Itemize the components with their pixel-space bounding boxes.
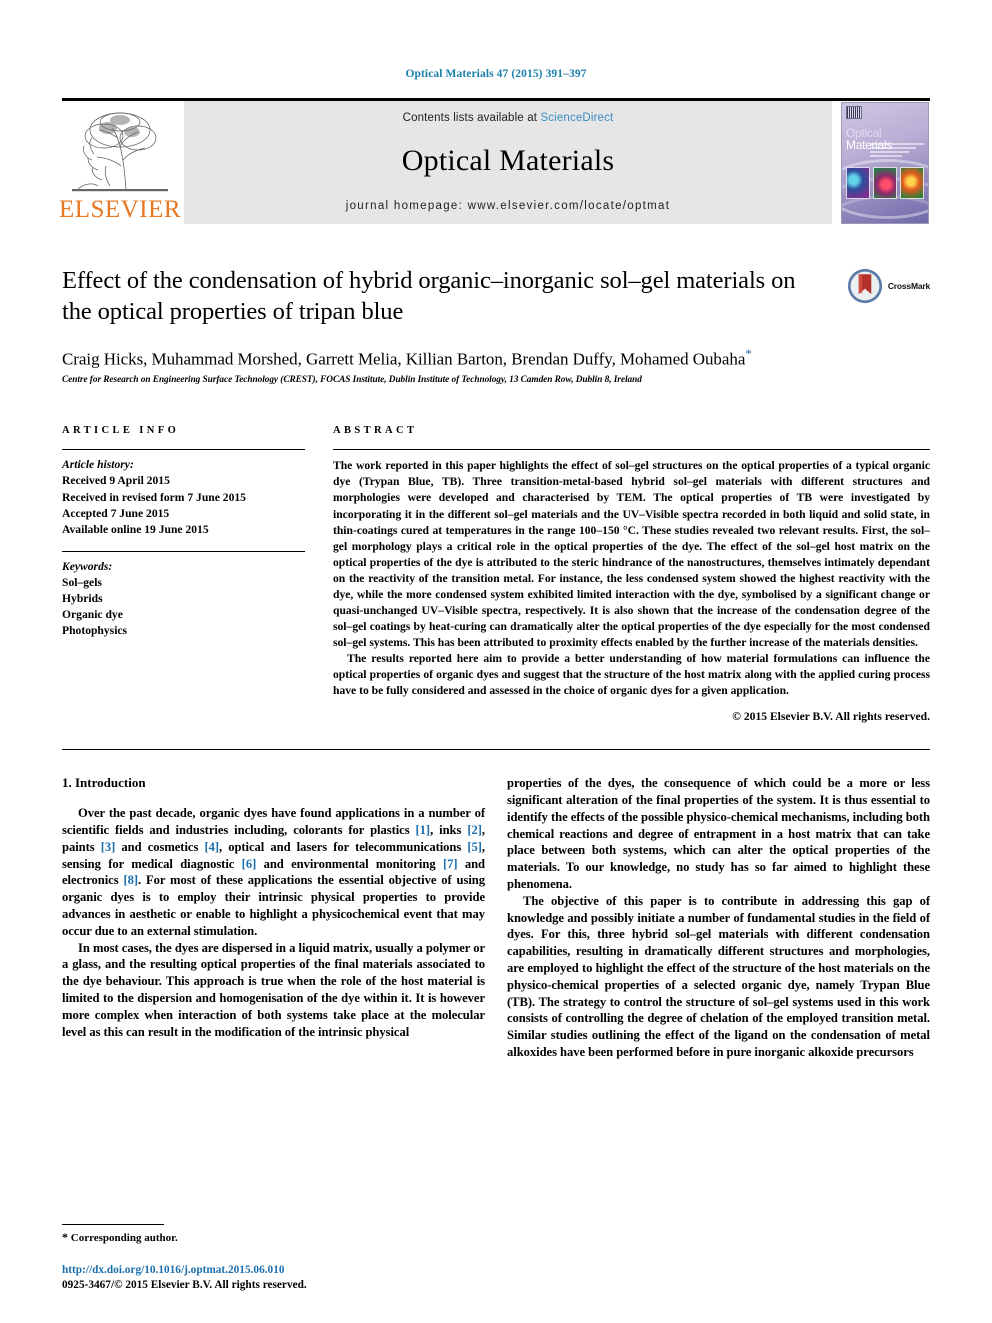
text-run: and environmental monitoring bbox=[256, 856, 443, 871]
issn-copyright-line: 0925-3467/© 2015 Elsevier B.V. All right… bbox=[62, 1279, 307, 1292]
intro-left-text: Over the past decade, organic dyes have … bbox=[62, 805, 485, 1040]
keyword-item: Hybrids bbox=[62, 592, 103, 606]
citation-ref[interactable]: [4] bbox=[204, 840, 219, 854]
crossmark-label: CrossMark bbox=[887, 281, 930, 291]
citation-ref[interactable]: [6] bbox=[242, 857, 257, 871]
history-item: Accepted 7 June 2015 bbox=[62, 506, 170, 520]
footnote-text: Corresponding author. bbox=[70, 1232, 178, 1244]
abstract-heading: ABSTRACT bbox=[333, 425, 418, 437]
cover-panel-1 bbox=[846, 166, 870, 199]
footnote-rule bbox=[62, 1224, 164, 1225]
intro-paragraph-1: Over the past decade, organic dyes have … bbox=[62, 805, 485, 940]
text-run: , inks bbox=[430, 822, 468, 837]
section-heading-introduction: 1. Introduction bbox=[62, 775, 146, 791]
abstract-column: ABSTRACT The work reported in this paper… bbox=[333, 415, 930, 723]
paper-page: Optical Materials 47 (2015) 391–397 ELSE… bbox=[0, 0, 992, 1323]
footnote-block: * Corresponding author. bbox=[62, 1224, 485, 1245]
running-head: Optical Materials 47 (2015) 391–397 bbox=[405, 68, 587, 80]
author-names: Craig Hicks, Muhammad Morshed, Garrett M… bbox=[62, 349, 746, 369]
title-block: Effect of the condensation of hybrid org… bbox=[62, 266, 930, 385]
body-column-left: 1. Introduction Over the past decade, or… bbox=[62, 775, 485, 1061]
cover-image-panels bbox=[846, 166, 924, 199]
journal-cover-image: Optical Materials bbox=[841, 101, 929, 224]
abstract-paragraph: The work reported in this paper highligh… bbox=[333, 459, 930, 649]
citation-ref[interactable]: [8] bbox=[123, 873, 138, 887]
journal-banner: Contents lists available at ScienceDirec… bbox=[184, 101, 832, 224]
journal-cover-cell: Optical Materials bbox=[832, 101, 930, 224]
article-info-heading: ARTICLE INFO bbox=[62, 425, 180, 437]
cover-barcode-icon bbox=[846, 105, 862, 119]
citation-ref[interactable]: [3] bbox=[101, 840, 116, 854]
crossmark-badge[interactable]: CrossMark bbox=[847, 268, 930, 304]
corresponding-author-note: * Corresponding author. bbox=[62, 1230, 485, 1245]
author-list: Craig Hicks, Muhammad Morshed, Garrett M… bbox=[62, 346, 930, 370]
contents-prefix: Contents lists available at bbox=[402, 111, 541, 124]
crossmark-icon bbox=[847, 268, 882, 304]
abstract-paragraph: The results reported here aim to provide… bbox=[333, 651, 930, 698]
sciencedirect-link[interactable]: ScienceDirect bbox=[540, 112, 613, 124]
cover-panel-3 bbox=[900, 166, 924, 199]
intro-right-text: properties of the dyes, the consequence … bbox=[507, 775, 930, 1061]
history-item: Received 9 April 2015 bbox=[62, 474, 170, 488]
citation-ref[interactable]: [1] bbox=[416, 823, 431, 837]
body-column-right: properties of the dyes, the consequence … bbox=[507, 775, 930, 1061]
elsevier-logo: ELSEVIER bbox=[58, 101, 184, 224]
intro-paragraph-2: In most cases, the dyes are dispersed in… bbox=[62, 940, 485, 1039]
journal-masthead: ELSEVIER Contents lists available at Sci… bbox=[58, 98, 930, 224]
doi-link[interactable]: http://dx.doi.org/10.1016/j.optmat.2015.… bbox=[62, 1263, 562, 1278]
footnote-marker: * bbox=[62, 1230, 68, 1244]
cover-subtitle-lines bbox=[870, 142, 924, 161]
cover-panel-2 bbox=[873, 166, 897, 199]
article-info-column: ARTICLE INFO Article history: Received 9… bbox=[62, 415, 305, 723]
cover-wave-3 bbox=[842, 194, 928, 223]
body-columns: 1. Introduction Over the past decade, or… bbox=[62, 775, 930, 1061]
footer-metadata: http://dx.doi.org/10.1016/j.optmat.2015.… bbox=[62, 1263, 562, 1293]
keyword-item: Organic dye bbox=[62, 608, 123, 622]
keywords-label: Keywords: bbox=[62, 559, 113, 573]
article-history: Article history: Received 9 April 2015 R… bbox=[62, 450, 305, 538]
citation-ref[interactable]: [5] bbox=[467, 840, 482, 854]
elsevier-wordmark: ELSEVIER bbox=[58, 196, 182, 223]
article-history-label: Article history: bbox=[62, 458, 134, 472]
citation-ref[interactable]: [2] bbox=[467, 823, 482, 837]
contents-line: Contents lists available at ScienceDirec… bbox=[403, 112, 614, 124]
citation-ref[interactable]: [7] bbox=[443, 857, 458, 871]
body-separator-rule bbox=[62, 749, 930, 751]
keyword-item: Sol–gels bbox=[62, 576, 102, 590]
intro-paragraph-4: The objective of this paper is to contri… bbox=[507, 893, 930, 1060]
corresponding-author-marker: * bbox=[745, 345, 752, 361]
keyword-item: Photophysics bbox=[62, 624, 128, 638]
abstract-body: The work reported in this paper highligh… bbox=[333, 450, 930, 699]
abstract-copyright: © 2015 Elsevier B.V. All rights reserved… bbox=[732, 710, 930, 724]
text-run: and cosmetics bbox=[115, 839, 205, 854]
text-run: , optical and lasers for telecommunicati… bbox=[218, 839, 468, 854]
affiliation: Centre for Research on Engineering Surfa… bbox=[62, 375, 642, 386]
journal-homepage-link[interactable]: journal homepage: www.elsevier.com/locat… bbox=[346, 200, 670, 212]
elsevier-tree-icon bbox=[72, 112, 168, 192]
page-title: Effect of the condensation of hybrid org… bbox=[62, 267, 796, 325]
history-item: Received in revised form 7 June 2015 bbox=[62, 490, 246, 504]
intro-paragraph-3: properties of the dyes, the consequence … bbox=[507, 776, 930, 891]
info-abstract-row: ARTICLE INFO Article history: Received 9… bbox=[62, 415, 930, 723]
journal-title: Optical Materials bbox=[401, 143, 615, 177]
history-item: Available online 19 June 2015 bbox=[62, 522, 209, 536]
keywords-block: Keywords: Sol–gels Hybrids Organic dye P… bbox=[62, 552, 305, 640]
